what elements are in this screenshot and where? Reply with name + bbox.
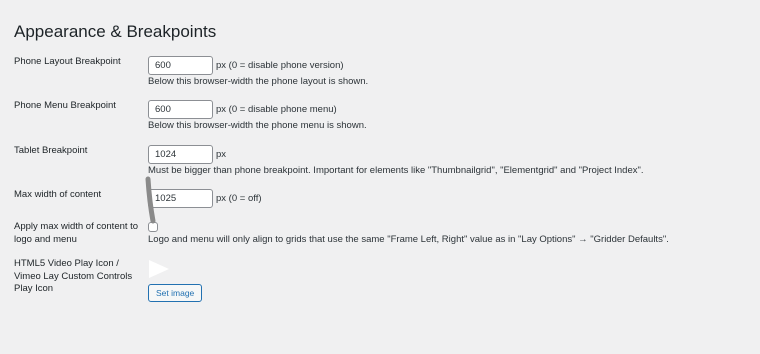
tablet-breakpoint-description: Must be bigger than phone breakpoint. Im… [148, 165, 644, 176]
phone-layout-breakpoint-description: Below this browser-width the phone layou… [148, 76, 369, 87]
play-icon [149, 260, 169, 278]
phone-menu-breakpoint-label: Phone Menu Breakpoint [14, 100, 116, 111]
phone-layout-breakpoint-label: Phone Layout Breakpoint [14, 56, 121, 67]
phone-layout-breakpoint-unit: px (0 = disable phone version) [216, 59, 344, 71]
cursor-stroke-icon [145, 176, 156, 224]
tablet-breakpoint-unit: px [216, 148, 227, 160]
phone-menu-breakpoint-input[interactable] [148, 99, 213, 119]
max-width-content-field: px (0 = off) [148, 188, 262, 208]
phone-layout-breakpoint-field: px (0 = disable phone version) [148, 55, 344, 75]
phone-menu-breakpoint-description: Below this browser-width the phone menu … [148, 120, 367, 131]
set-image-button[interactable]: Set image [148, 284, 203, 302]
max-width-logo-menu-description: Logo and menu will only align to grids t… [148, 234, 669, 245]
max-width-logo-menu-label: Apply max width of content to logo and m… [14, 221, 139, 245]
phone-menu-breakpoint-field: px (0 = disable phone menu) [148, 99, 337, 119]
max-width-content-label: Max width of content [14, 189, 102, 200]
play-icon-label: HTML5 Video Play Icon / Vimeo Lay Custom… [14, 258, 133, 294]
settings-page: Appearance & Breakpoints Phone Layout Br… [0, 0, 760, 354]
tablet-breakpoint-input[interactable] [148, 144, 213, 164]
max-width-content-input[interactable] [148, 188, 213, 208]
tablet-breakpoint-label: Tablet Breakpoint [14, 145, 88, 156]
max-width-content-unit: px (0 = off) [216, 192, 262, 204]
tablet-breakpoint-field: px [148, 144, 226, 164]
phone-layout-breakpoint-input[interactable] [148, 55, 213, 75]
section-title: Appearance & Breakpoints [14, 22, 217, 41]
max-width-logo-menu-checkbox[interactable] [148, 222, 158, 232]
phone-menu-breakpoint-unit: px (0 = disable phone menu) [216, 103, 337, 115]
